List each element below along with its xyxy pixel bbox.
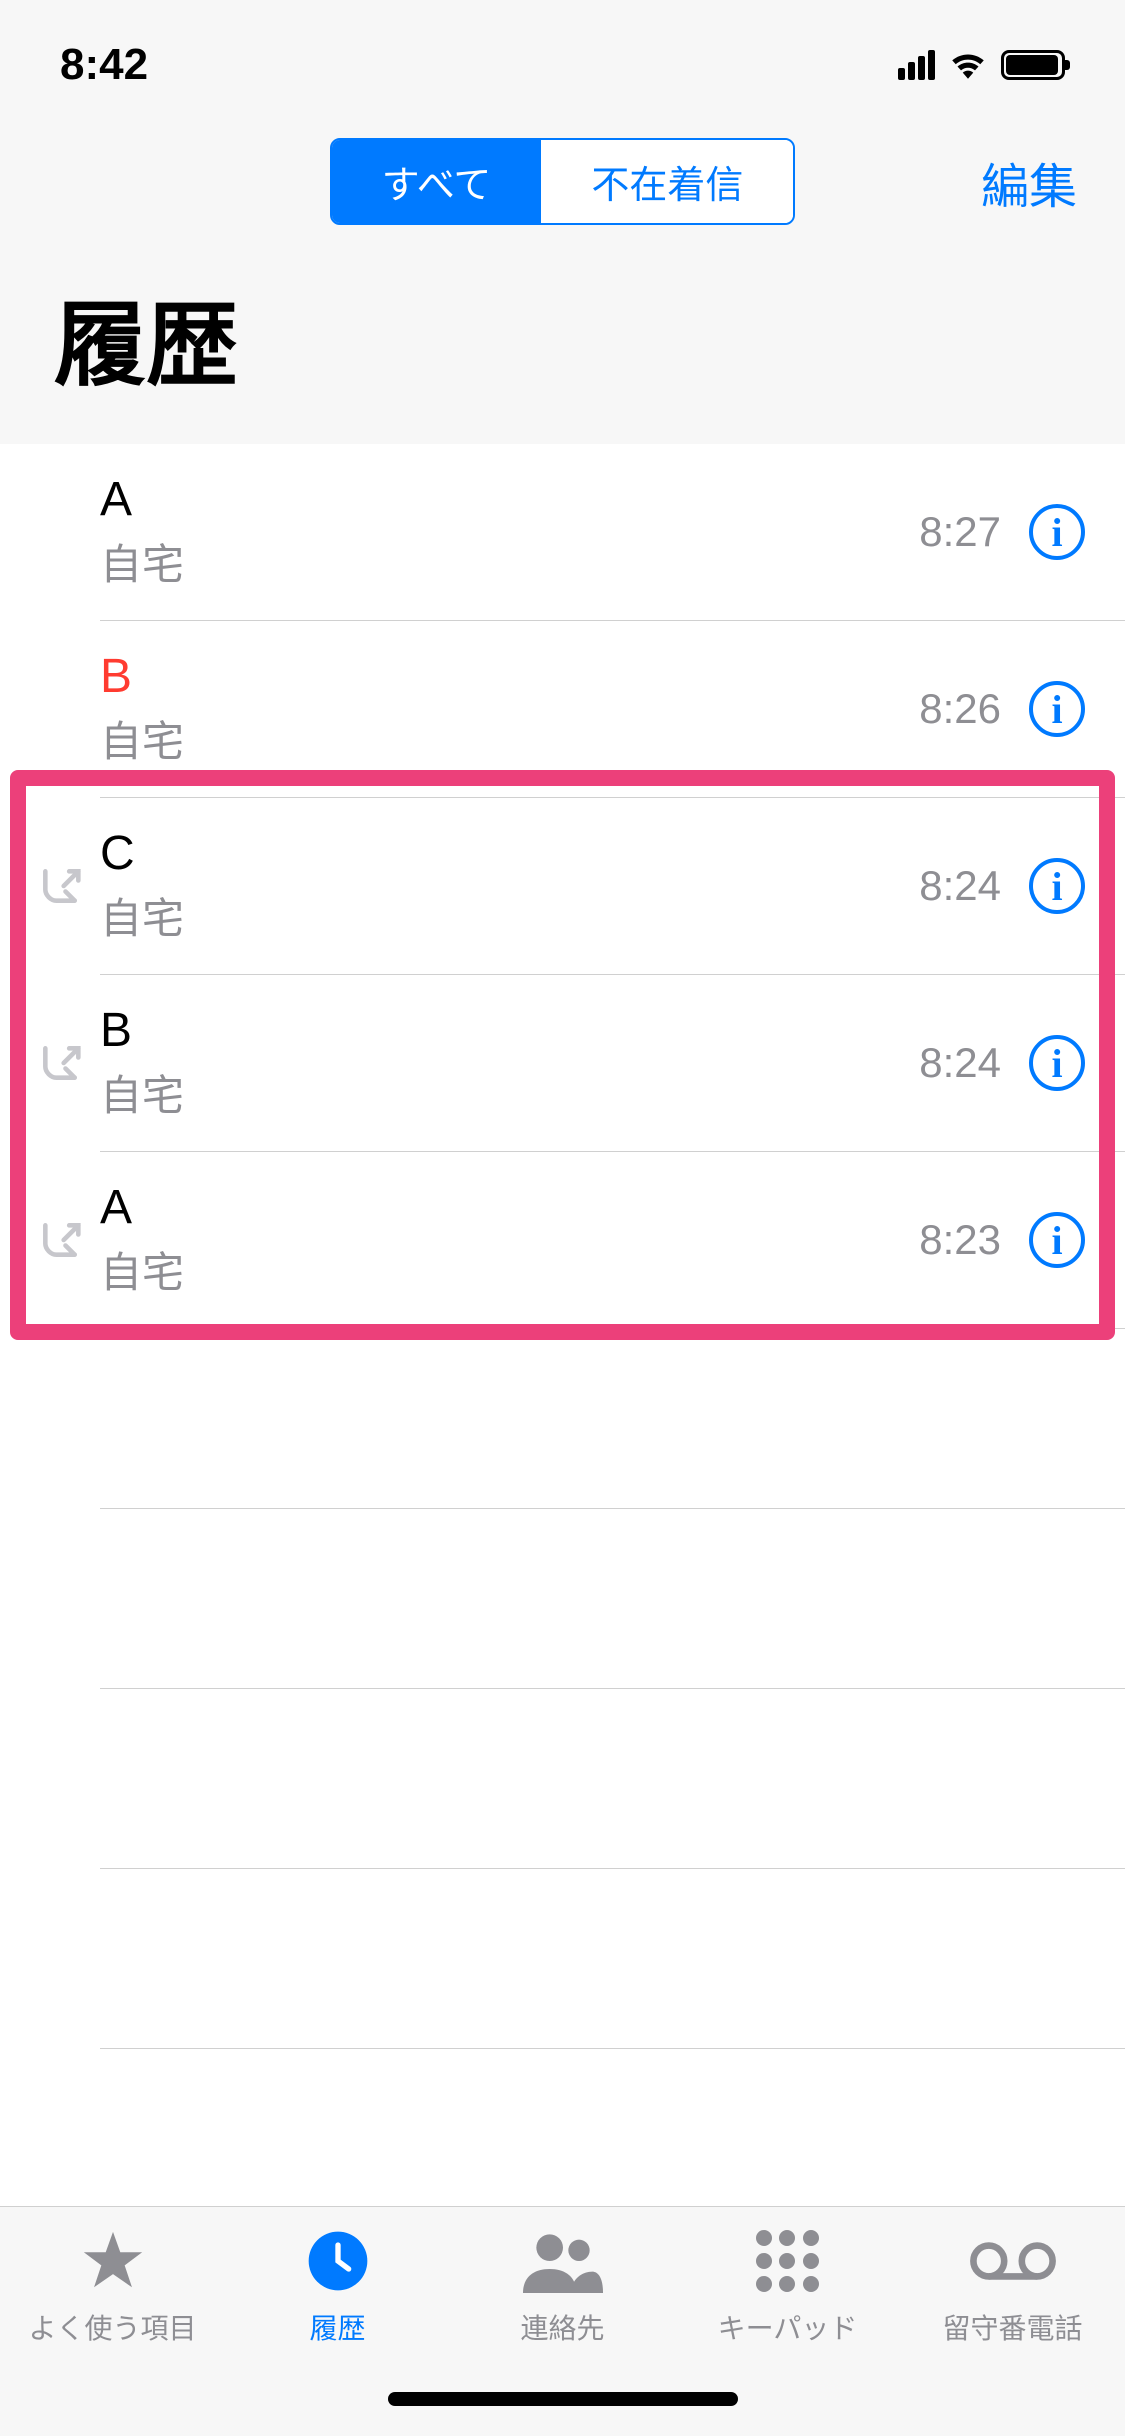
- outgoing-call-icon: [30, 864, 90, 908]
- tab-label: 留守番電話: [942, 2307, 1082, 2347]
- header: すべて 不在着信 編集 履歴: [0, 110, 1125, 444]
- call-time: 8:23: [919, 1216, 1001, 1264]
- star-icon: [77, 2225, 149, 2297]
- call-time: 8:24: [919, 862, 1001, 910]
- info-button[interactable]: i: [1029, 858, 1085, 914]
- call-label: 自宅: [100, 708, 919, 769]
- status-time: 8:42: [60, 40, 148, 90]
- tab-label: 連絡先: [520, 2307, 604, 2347]
- page-title: 履歴: [40, 271, 1085, 404]
- call-label: 自宅: [100, 531, 919, 592]
- wifi-icon: [947, 40, 989, 90]
- tab-favorites[interactable]: よく使う項目: [13, 2225, 213, 2436]
- call-row[interactable]: C 自宅 8:24 i: [0, 798, 1125, 974]
- call-name: B: [100, 1003, 919, 1058]
- info-button[interactable]: i: [1029, 1035, 1085, 1091]
- call-label: 自宅: [100, 885, 919, 946]
- tab-label: キーパッド: [718, 2307, 858, 2347]
- voicemail-icon: [968, 2225, 1058, 2297]
- call-time: 8:27: [919, 508, 1001, 556]
- call-row[interactable]: B 自宅 8:24 i: [0, 975, 1125, 1151]
- info-button[interactable]: i: [1029, 504, 1085, 560]
- info-icon: i: [1051, 1040, 1062, 1087]
- call-row[interactable]: B 自宅 8:26 i: [0, 621, 1125, 797]
- info-icon: i: [1051, 1217, 1062, 1264]
- call-row[interactable]: A 自宅 8:23 i: [0, 1152, 1125, 1328]
- status-bar: 8:42: [0, 0, 1125, 110]
- segment-control: すべて 不在着信: [330, 138, 796, 225]
- home-indicator[interactable]: [388, 2392, 738, 2406]
- battery-icon: [1001, 50, 1065, 80]
- status-indicators: [898, 40, 1065, 90]
- tab-label: 履歴: [309, 2307, 365, 2347]
- segment-all[interactable]: すべて: [332, 140, 542, 223]
- edit-button[interactable]: 編集: [981, 147, 1077, 217]
- clock-icon: [306, 2225, 370, 2297]
- info-button[interactable]: i: [1029, 681, 1085, 737]
- info-icon: i: [1051, 686, 1062, 733]
- outgoing-call-icon: [30, 1041, 90, 1085]
- call-time: 8:26: [919, 685, 1001, 733]
- call-label: 自宅: [100, 1062, 919, 1123]
- call-list: A 自宅 8:27 i B 自宅 8:26 i C 自宅 8:24: [0, 444, 1125, 2229]
- call-row[interactable]: A 自宅 8:27 i: [0, 444, 1125, 620]
- call-time: 8:24: [919, 1039, 1001, 1087]
- outgoing-call-icon: [30, 1218, 90, 1262]
- segment-missed[interactable]: 不在着信: [541, 140, 793, 223]
- contacts-icon: [523, 2225, 603, 2297]
- tab-label: よく使う項目: [28, 2307, 196, 2347]
- info-icon: i: [1051, 509, 1062, 556]
- cellular-signal-icon: [898, 50, 935, 80]
- info-icon: i: [1051, 863, 1062, 910]
- info-button[interactable]: i: [1029, 1212, 1085, 1268]
- call-name: B: [100, 649, 919, 704]
- call-name: A: [100, 472, 919, 527]
- tab-voicemail[interactable]: 留守番電話: [913, 2225, 1113, 2436]
- call-name: C: [100, 826, 919, 881]
- call-label: 自宅: [100, 1239, 919, 1300]
- keypad-icon: [756, 2225, 820, 2297]
- call-name: A: [100, 1180, 919, 1235]
